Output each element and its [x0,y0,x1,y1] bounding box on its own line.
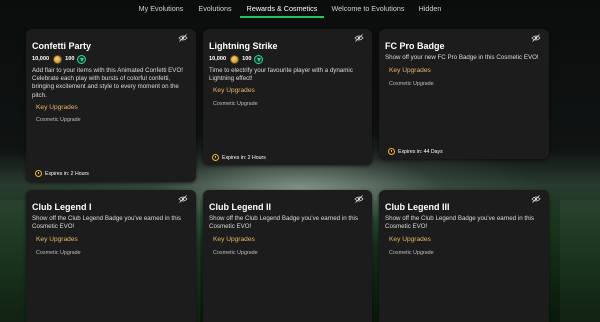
evolution-card-club-legend-1[interactable]: Club Legend I Show off the Club Legend B… [26,190,196,322]
evolution-card-fc-pro-badge[interactable]: FC Pro Badge Show off your new FC Pro Ba… [379,29,549,159]
expires-timer: Expires in: 2 Hours [35,170,89,177]
coin-cost: 10,000 [32,56,50,62]
hide-eye-icon[interactable] [531,195,541,203]
tab-rewards-cosmetics[interactable]: Rewards & Cosmetics [240,0,324,18]
tab-welcome-to-evolutions[interactable]: Welcome to Evolutions [329,0,407,18]
coin-cost: 10,000 [209,56,227,62]
cosmetic-upgrade-label: Cosmetic Upgrade [36,250,81,256]
points-cost: 100 [242,56,252,62]
card-description: Time to electrify your favourite player … [209,67,353,83]
tab-hidden[interactable]: Hidden [413,0,447,18]
card-title: Club Legend III [385,202,450,212]
hide-eye-icon[interactable] [531,34,541,42]
hide-eye-icon[interactable] [178,195,188,203]
evolution-card-confetti-party[interactable]: Confetti Party 10,000 100 Add flair to y… [26,29,196,182]
cost-row: 10,000 100 [32,54,87,64]
points-cost: 100 [65,56,75,62]
fc-points-icon [254,54,264,64]
cosmetic-upgrade-label: Cosmetic Upgrade [213,101,258,107]
card-description: Show off your new FC Pro Badge in this C… [385,54,539,61]
card-description: Show off the Club Legend Badge you've ea… [209,215,358,231]
tab-bar: My Evolutions Evolutions Rewards & Cosme… [0,0,600,18]
cosmetic-upgrade-label: Cosmetic Upgrade [213,250,258,256]
cosmetic-upgrade-label: Cosmetic Upgrade [389,250,434,256]
cost-row: 10,000 100 [209,54,264,64]
tab-evolutions[interactable]: Evolutions [193,0,237,18]
key-upgrades-link[interactable]: Key Upgrades [36,236,78,243]
hide-eye-icon[interactable] [178,34,188,42]
key-upgrades-link[interactable]: Key Upgrades [213,236,255,243]
hide-eye-icon[interactable] [354,195,364,203]
tab-my-evolutions[interactable]: My Evolutions [133,0,189,18]
card-title: Lightning Strike [209,41,278,51]
expires-text: Expires in: 44 Days [398,148,443,155]
cosmetic-upgrade-label: Cosmetic Upgrade [389,81,434,87]
card-description: Show off the Club Legend Badge you've ea… [385,215,534,231]
card-title: Confetti Party [32,41,92,51]
card-title: Club Legend I [32,202,92,212]
fc-points-icon [77,54,87,64]
card-title: FC Pro Badge [385,41,445,51]
card-description: Show off the Club Legend Badge you've ea… [32,215,181,231]
key-upgrades-link[interactable]: Key Upgrades [389,67,431,74]
key-upgrades-link[interactable]: Key Upgrades [36,104,78,111]
card-title: Club Legend II [209,202,271,212]
evolution-card-club-legend-2[interactable]: Club Legend II Show off the Club Legend … [203,190,372,322]
key-upgrades-link[interactable]: Key Upgrades [389,236,431,243]
clock-icon [388,148,395,155]
expires-text: Expires in: 2 Hours [222,154,266,161]
key-upgrades-link[interactable]: Key Upgrades [213,87,255,94]
expires-text: Expires in: 2 Hours [45,170,89,177]
hide-eye-icon[interactable] [354,34,364,42]
evolution-card-lightning-strike[interactable]: Lightning Strike 10,000 100 Time to elec… [203,29,372,165]
expires-timer: Expires in: 2 Hours [212,154,266,161]
coin-icon [230,54,240,64]
coin-icon [53,54,63,64]
expires-timer: Expires in: 44 Days [388,148,443,155]
cosmetic-upgrade-label: Cosmetic Upgrade [36,117,81,123]
clock-icon [35,170,42,177]
clock-icon [212,154,219,161]
evolution-card-club-legend-3[interactable]: Club Legend III Show off the Club Legend… [379,190,549,322]
card-description: Add flair to your items with this Animat… [32,67,183,99]
